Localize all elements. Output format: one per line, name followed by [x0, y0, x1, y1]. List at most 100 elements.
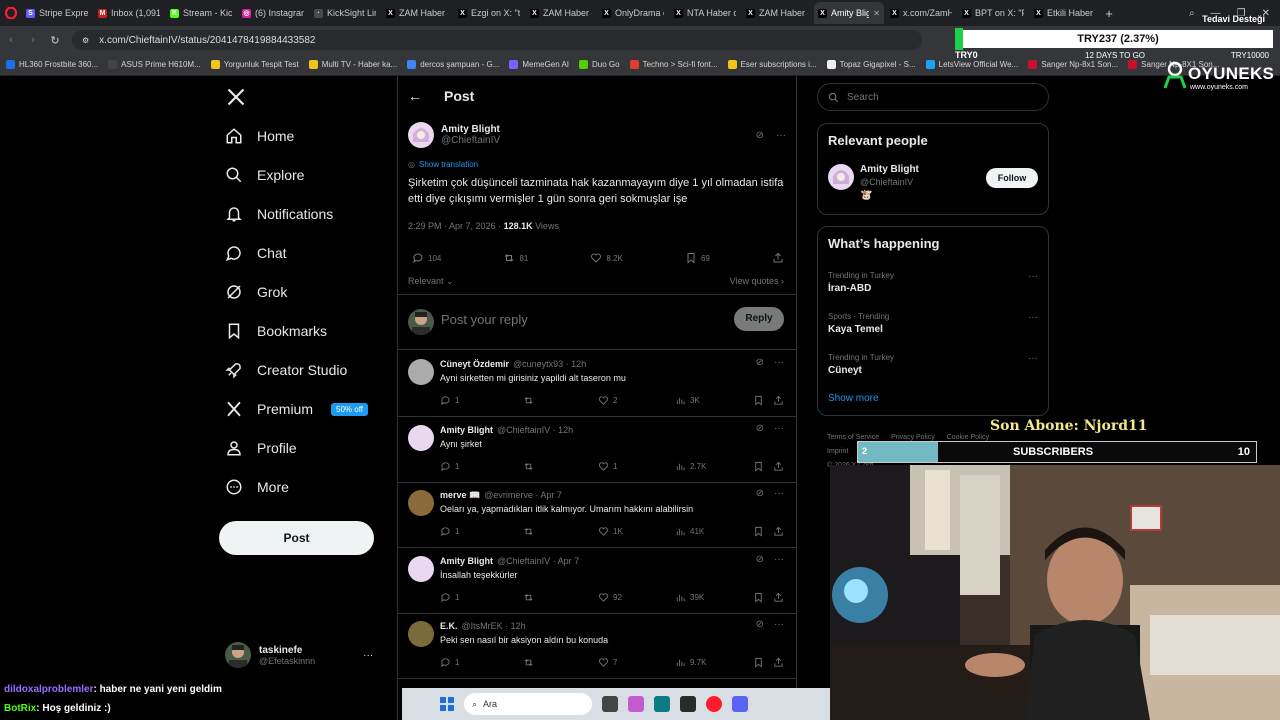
- reply-author[interactable]: Amity Blight: [440, 556, 493, 566]
- back-arrow-icon[interactable]: ←: [408, 88, 422, 104]
- discord-icon[interactable]: [732, 696, 748, 712]
- reply-avatar[interactable]: [408, 555, 434, 582]
- trend-item[interactable]: Trending in Turkey Cüneyt ···: [828, 353, 1038, 376]
- footer-link[interactable]: Privacy Policy: [891, 434, 935, 441]
- nav-item-notifications[interactable]: Notifications: [225, 205, 333, 223]
- reply-like-action[interactable]: 1K: [598, 526, 675, 537]
- reply-button[interactable]: Reply: [734, 307, 784, 331]
- reload-icon[interactable]: ↻: [44, 34, 66, 47]
- reply-share-action[interactable]: [773, 657, 784, 668]
- bookmark-item[interactable]: Topaz Gigapixel - S...: [826, 60, 916, 69]
- browser-tab[interactable]: S Stripe Express: [22, 2, 92, 24]
- bookmark-item[interactable]: dercos şampuan - G...: [407, 60, 499, 69]
- account-switcher[interactable]: taskinefe @Efetaskinnn ···: [225, 642, 373, 668]
- browser-tab[interactable]: X Ezgi on X: "th: [454, 2, 524, 24]
- follow-button[interactable]: Follow: [986, 168, 1038, 188]
- site-info-icon[interactable]: ⚙: [82, 36, 89, 45]
- reply-author[interactable]: Cüneyt Özdemir: [440, 359, 509, 369]
- bookmark-item[interactable]: MemeGen AI: [509, 60, 569, 69]
- app-icon[interactable]: [680, 696, 696, 712]
- account-more-icon[interactable]: ···: [363, 650, 373, 661]
- reply-post[interactable]: Cüneyt Özdemir @cuneytx93 · 12h ⊘ ··· Ayni s…: [398, 351, 796, 417]
- show-translation-link[interactable]: Show translation: [419, 160, 478, 169]
- author-avatar[interactable]: [408, 122, 434, 148]
- grok-icon[interactable]: ⊘: [756, 357, 764, 368]
- nav-item-explore[interactable]: Explore: [225, 166, 304, 184]
- browser-tab[interactable]: K Stream - Kick: [166, 2, 236, 24]
- browser-tab[interactable]: X Amity Blight on X: "Şirk✕: [814, 2, 884, 24]
- browser-tab[interactable]: M Inbox (1,091): [94, 2, 164, 24]
- task-view-icon[interactable]: [602, 696, 618, 712]
- bookmark-item[interactable]: LetsView Official We...: [925, 60, 1018, 69]
- opera-logo-icon[interactable]: [0, 0, 22, 26]
- nav-item-profile[interactable]: Profile: [225, 439, 297, 457]
- search-box[interactable]: Search: [817, 83, 1049, 111]
- reply-bookmark-action[interactable]: [753, 461, 773, 472]
- reply-author[interactable]: merve 📖: [440, 490, 480, 501]
- person-name[interactable]: Amity Blight: [860, 164, 919, 175]
- reply-share-action[interactable]: [773, 526, 784, 537]
- reply-bookmark-action[interactable]: [753, 592, 773, 603]
- translation-row[interactable]: ◎ Show translation: [408, 160, 786, 169]
- reply-share-action[interactable]: [773, 592, 784, 603]
- reply-repost-action[interactable]: [523, 526, 598, 537]
- grok-icon[interactable]: ⊘: [756, 488, 764, 499]
- footer-link[interactable]: Cookie Policy: [947, 434, 989, 441]
- reply-repost-action[interactable]: [523, 395, 598, 406]
- nav-item-chat[interactable]: Chat: [225, 244, 287, 262]
- trend-more-icon[interactable]: ···: [1028, 353, 1038, 364]
- compose-post-button[interactable]: Post: [219, 521, 374, 555]
- trend-more-icon[interactable]: ···: [1028, 312, 1038, 323]
- author-name[interactable]: Amity Blight: [441, 124, 500, 135]
- person-handle[interactable]: @ChieftainIV: [860, 177, 919, 187]
- bookmark-item[interactable]: Techno > Sci-fi font...: [629, 60, 718, 69]
- reply-handle[interactable]: @ChieftainIV · Apr 7: [497, 556, 579, 566]
- browser-tab[interactable]: X NTA Haber on: [670, 2, 740, 24]
- reply-post[interactable]: merve 📖 @evrimerve · Apr 7 ⊘ ··· Oeları ya, …: [398, 482, 796, 548]
- reply-handle[interactable]: @cuneytx93 · 12h: [513, 359, 586, 369]
- browser-tab[interactable]: X OnlyDrama on: [598, 2, 668, 24]
- reply-like-action[interactable]: 1: [598, 461, 675, 472]
- reply-share-action[interactable]: [773, 395, 784, 406]
- reply-repost-action[interactable]: [523, 657, 598, 668]
- windows-start-icon[interactable]: [440, 697, 454, 711]
- reply-post[interactable]: Amity Blight @ChieftainIV · Apr 7 ⊘ ··· İnsa…: [398, 548, 796, 614]
- reply-handle[interactable]: @ItsMrEK · 12h: [462, 621, 526, 631]
- share-action[interactable]: [772, 252, 784, 264]
- bookmark-item[interactable]: Sanger Np-8x1 Son...: [1028, 60, 1118, 69]
- reply-reply-action[interactable]: 1: [440, 657, 523, 668]
- browser-tab[interactable]: Xx.com/ZamHa: [886, 2, 956, 24]
- reply-repost-action[interactable]: [523, 592, 598, 603]
- trend-more-icon[interactable]: ···: [1028, 271, 1038, 282]
- grok-icon[interactable]: ⊘: [756, 619, 764, 630]
- reply-more-icon[interactable]: ···: [774, 488, 784, 499]
- person-avatar[interactable]: [828, 164, 854, 190]
- reply-more-icon[interactable]: ···: [774, 554, 784, 565]
- browser-tab[interactable]: · KickSight Link: [310, 2, 380, 24]
- footer-link[interactable]: Imprint: [827, 448, 848, 455]
- reply-reply-action[interactable]: 1: [440, 592, 523, 603]
- reply-like-action[interactable]: 7: [598, 657, 675, 668]
- reply-more-icon[interactable]: ···: [774, 357, 784, 368]
- reply-reply-action[interactable]: 1: [440, 526, 523, 537]
- post-more-icon[interactable]: ···: [776, 130, 786, 141]
- reply-author[interactable]: E.K.: [440, 621, 458, 631]
- reply-author[interactable]: Amity Blight: [440, 425, 493, 435]
- author-handle[interactable]: @ChieftainIV: [441, 135, 500, 146]
- reply-bookmark-action[interactable]: [753, 395, 773, 406]
- like-action[interactable]: 8.2K: [590, 252, 623, 264]
- show-more-link[interactable]: Show more: [828, 393, 879, 404]
- bookmark-item[interactable]: Eser subscriptions i...: [727, 60, 817, 69]
- reply-like-action[interactable]: 92: [598, 592, 675, 603]
- x-logo-icon[interactable]: [227, 88, 245, 106]
- nav-item-home[interactable]: Home: [225, 127, 294, 145]
- reply-views-action[interactable]: 3K: [675, 395, 753, 406]
- view-quotes-link[interactable]: View quotes ›: [730, 276, 784, 286]
- search-input[interactable]: Search: [847, 92, 879, 103]
- bookmark-item[interactable]: ASUS Prime H610M...: [108, 60, 201, 69]
- reply-views-action[interactable]: 9.7K: [675, 657, 753, 668]
- reply-share-action[interactable]: [773, 461, 784, 472]
- reply-post[interactable]: Amity Blight @ChieftainIV · 12h ⊘ ··· Aynı ş…: [398, 417, 796, 483]
- reply-handle[interactable]: @ChieftainIV · 12h: [497, 425, 573, 435]
- reply-action[interactable]: 104: [412, 252, 441, 264]
